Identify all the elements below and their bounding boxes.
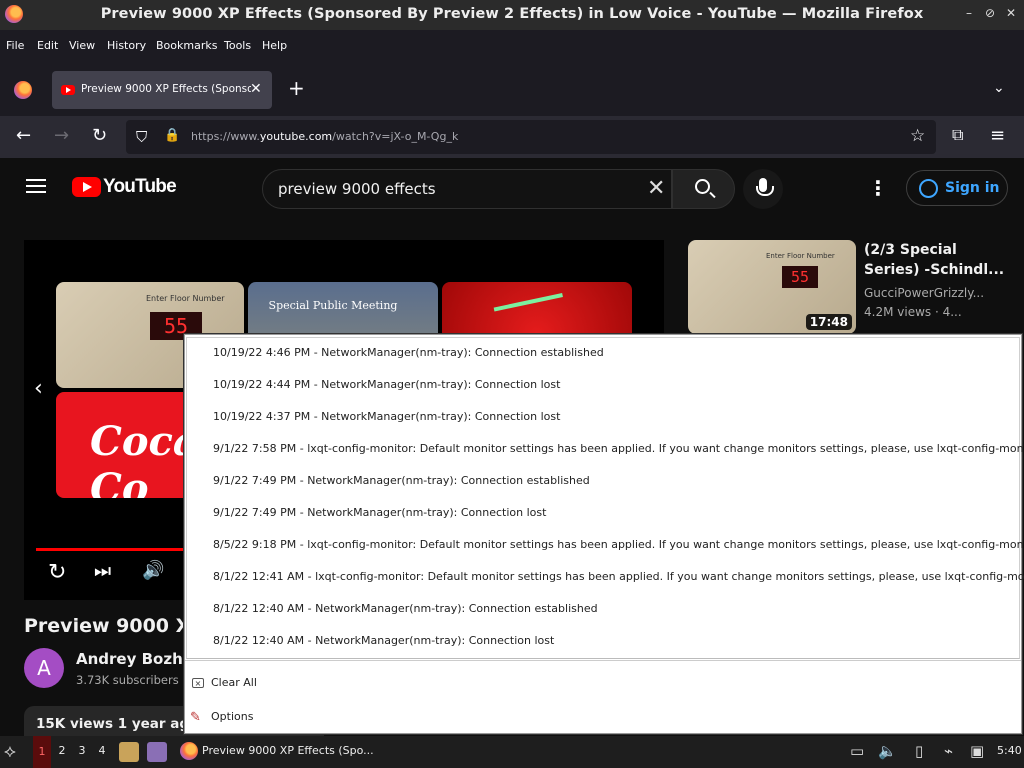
list-item[interactable]: 10/19/22 4:37 PM - NetworkManager(nm-tra…: [213, 410, 560, 423]
search-icon: [695, 179, 710, 194]
url-text[interactable]: https://www.youtube.com/watch?v=jX-o_M-Q…: [191, 130, 458, 143]
volume-tray-icon[interactable]: 🔈: [878, 742, 897, 760]
workspace-1[interactable]: 1: [33, 736, 51, 768]
subscriber-count: 3.73K subscribers: [76, 673, 179, 687]
workspace-3[interactable]: 3: [73, 744, 91, 757]
menu-history[interactable]: History: [107, 39, 146, 52]
notification-tray-icon[interactable]: ▣: [970, 742, 984, 760]
recommended-video-thumb[interactable]: Enter Floor Number 55 17:48: [688, 240, 856, 334]
network-icon[interactable]: ⌁: [944, 742, 953, 760]
taskbar: ⟡ 1 2 3 4 Preview 9000 XP Effects (Spo..…: [0, 736, 1024, 768]
lock-icon[interactable]: 🔒: [164, 128, 180, 143]
list-item[interactable]: 10/19/22 4:44 PM - NetworkManager(nm-tra…: [213, 378, 560, 391]
search-button[interactable]: [672, 169, 735, 209]
settings-more-icon[interactable]: ⋮: [868, 176, 888, 200]
window-title: Preview 9000 XP Effects (Sponsored By Pr…: [100, 6, 924, 22]
options-icon: ✎: [190, 710, 201, 725]
forward-button[interactable]: →: [54, 125, 69, 146]
extensions-button[interactable]: ⧉: [952, 125, 963, 145]
start-menu-icon[interactable]: ⟡: [4, 741, 16, 762]
url-bar[interactable]: ⛉ 🔒 https://www.youtube.com/watch?v=jX-o…: [126, 120, 936, 154]
guide-menu-icon[interactable]: [26, 179, 46, 193]
close-window-button[interactable]: ✕: [1004, 6, 1018, 20]
menu-view[interactable]: View: [69, 39, 95, 52]
firefox-view-icon[interactable]: [14, 81, 32, 99]
tab-close-icon[interactable]: ✕: [250, 81, 262, 97]
workspace-2[interactable]: 2: [53, 744, 71, 757]
progress-bar[interactable]: [36, 548, 206, 551]
clock[interactable]: 5:40: [997, 744, 1022, 757]
menu-tools[interactable]: Tools: [224, 39, 251, 52]
divider: [185, 660, 1021, 661]
recommended-channel[interactable]: GucciPowerGrizzly...: [864, 286, 984, 300]
sign-in-button[interactable]: Sign in: [906, 170, 1008, 206]
youtube-logo-icon[interactable]: [72, 177, 101, 197]
list-item[interactable]: 9/1/22 7:58 PM - lxqt-config-monitor: De…: [213, 442, 1024, 455]
replay-icon[interactable]: ↻: [48, 560, 66, 585]
app-menu-button[interactable]: ≡: [990, 125, 1005, 146]
next-icon[interactable]: ⏭: [94, 560, 111, 582]
bookmark-star-icon[interactable]: ☆: [910, 126, 925, 146]
notification-list[interactable]: 10/19/22 4:46 PM - NetworkManager(nm-tra…: [186, 337, 1024, 659]
menu-bar: File Edit View History Bookmarks Tools H…: [0, 30, 1024, 62]
file-manager-icon[interactable]: [119, 742, 139, 762]
clear-search-icon[interactable]: ✕: [647, 176, 665, 201]
minimize-button[interactable]: –: [962, 6, 976, 20]
menu-edit[interactable]: Edit: [37, 39, 58, 52]
search-input[interactable]: preview 9000 effects ✕: [262, 169, 672, 209]
notification-history-popup: 10/19/22 4:46 PM - NetworkManager(nm-tra…: [184, 334, 1024, 734]
list-item[interactable]: 10/19/22 4:46 PM - NetworkManager(nm-tra…: [213, 346, 604, 359]
tracking-protection-shield-icon[interactable]: ⛉: [136, 128, 147, 146]
tab-strip: Preview 9000 XP Effects (Sponsored By Pr…: [0, 62, 1024, 116]
youtube-wordmark[interactable]: YouTube: [103, 176, 177, 198]
list-item[interactable]: 9/1/22 7:49 PM - NetworkManager(nm-tray)…: [213, 506, 546, 519]
clear-icon: ×: [192, 678, 204, 688]
search-query[interactable]: preview 9000 effects: [278, 180, 436, 198]
menu-file[interactable]: File: [6, 39, 24, 52]
volume-icon[interactable]: 🔊: [142, 560, 164, 581]
voice-search-mic-icon[interactable]: [743, 169, 783, 209]
notes-icon[interactable]: ▯: [915, 742, 923, 760]
workspace-4[interactable]: 4: [93, 744, 111, 757]
list-item[interactable]: 8/5/22 9:18 PM - lxqt-config-monitor: De…: [213, 538, 1024, 551]
lightning-graphic: [493, 293, 569, 337]
list-item[interactable]: 9/1/22 7:49 PM - NetworkManager(nm-tray)…: [213, 474, 590, 487]
back-button[interactable]: ←: [16, 125, 31, 146]
recommended-meta: 4.2M views · 4...: [864, 305, 962, 319]
tab-label: Preview 9000 XP Effects (Sponsored By Pr…: [81, 83, 251, 95]
list-item[interactable]: 8/1/22 12:41 AM - lxqt-config-monitor: D…: [213, 570, 1024, 583]
clipboard-icon[interactable]: ▭: [850, 742, 864, 760]
clear-all-button[interactable]: × Clear All: [185, 669, 1021, 695]
reload-button[interactable]: ↻: [92, 125, 107, 146]
duration-badge: 17:48: [805, 314, 852, 330]
navigation-toolbar: ← → ↻ ⛉ 🔒 https://www.youtube.com/watch?…: [0, 116, 1024, 158]
account-icon: [919, 179, 938, 198]
views-date: 15K views 1 year ago: [36, 716, 199, 732]
window-titlebar: Preview 9000 XP Effects (Sponsored By Pr…: [0, 0, 1024, 30]
menu-bookmarks[interactable]: Bookmarks: [156, 39, 217, 52]
taskbar-task-firefox[interactable]: Preview 9000 XP Effects (Spo...: [178, 736, 374, 768]
list-item[interactable]: 8/1/22 12:40 AM - NetworkManager(nm-tray…: [213, 602, 598, 615]
recommended-video-title[interactable]: (2/3 Special Series) -Schindl...: [864, 240, 1014, 280]
avatar[interactable]: A: [24, 648, 64, 688]
new-tab-button[interactable]: +: [288, 76, 305, 100]
maximize-button[interactable]: ⊘: [983, 6, 997, 20]
app-launcher-icon[interactable]: [147, 742, 167, 762]
firefox-icon: [180, 742, 198, 760]
list-item[interactable]: 8/1/22 12:40 AM - NetworkManager(nm-tray…: [213, 634, 554, 647]
youtube-favicon-icon: [61, 85, 75, 95]
options-button[interactable]: ✎ Options: [185, 703, 1021, 729]
list-all-tabs-button[interactable]: ⌄: [993, 80, 1005, 96]
previous-arrow-icon[interactable]: ‹: [34, 376, 43, 401]
menu-help[interactable]: Help: [262, 39, 287, 52]
tab-youtube-video[interactable]: Preview 9000 XP Effects (Sponsored By Pr…: [52, 71, 272, 109]
